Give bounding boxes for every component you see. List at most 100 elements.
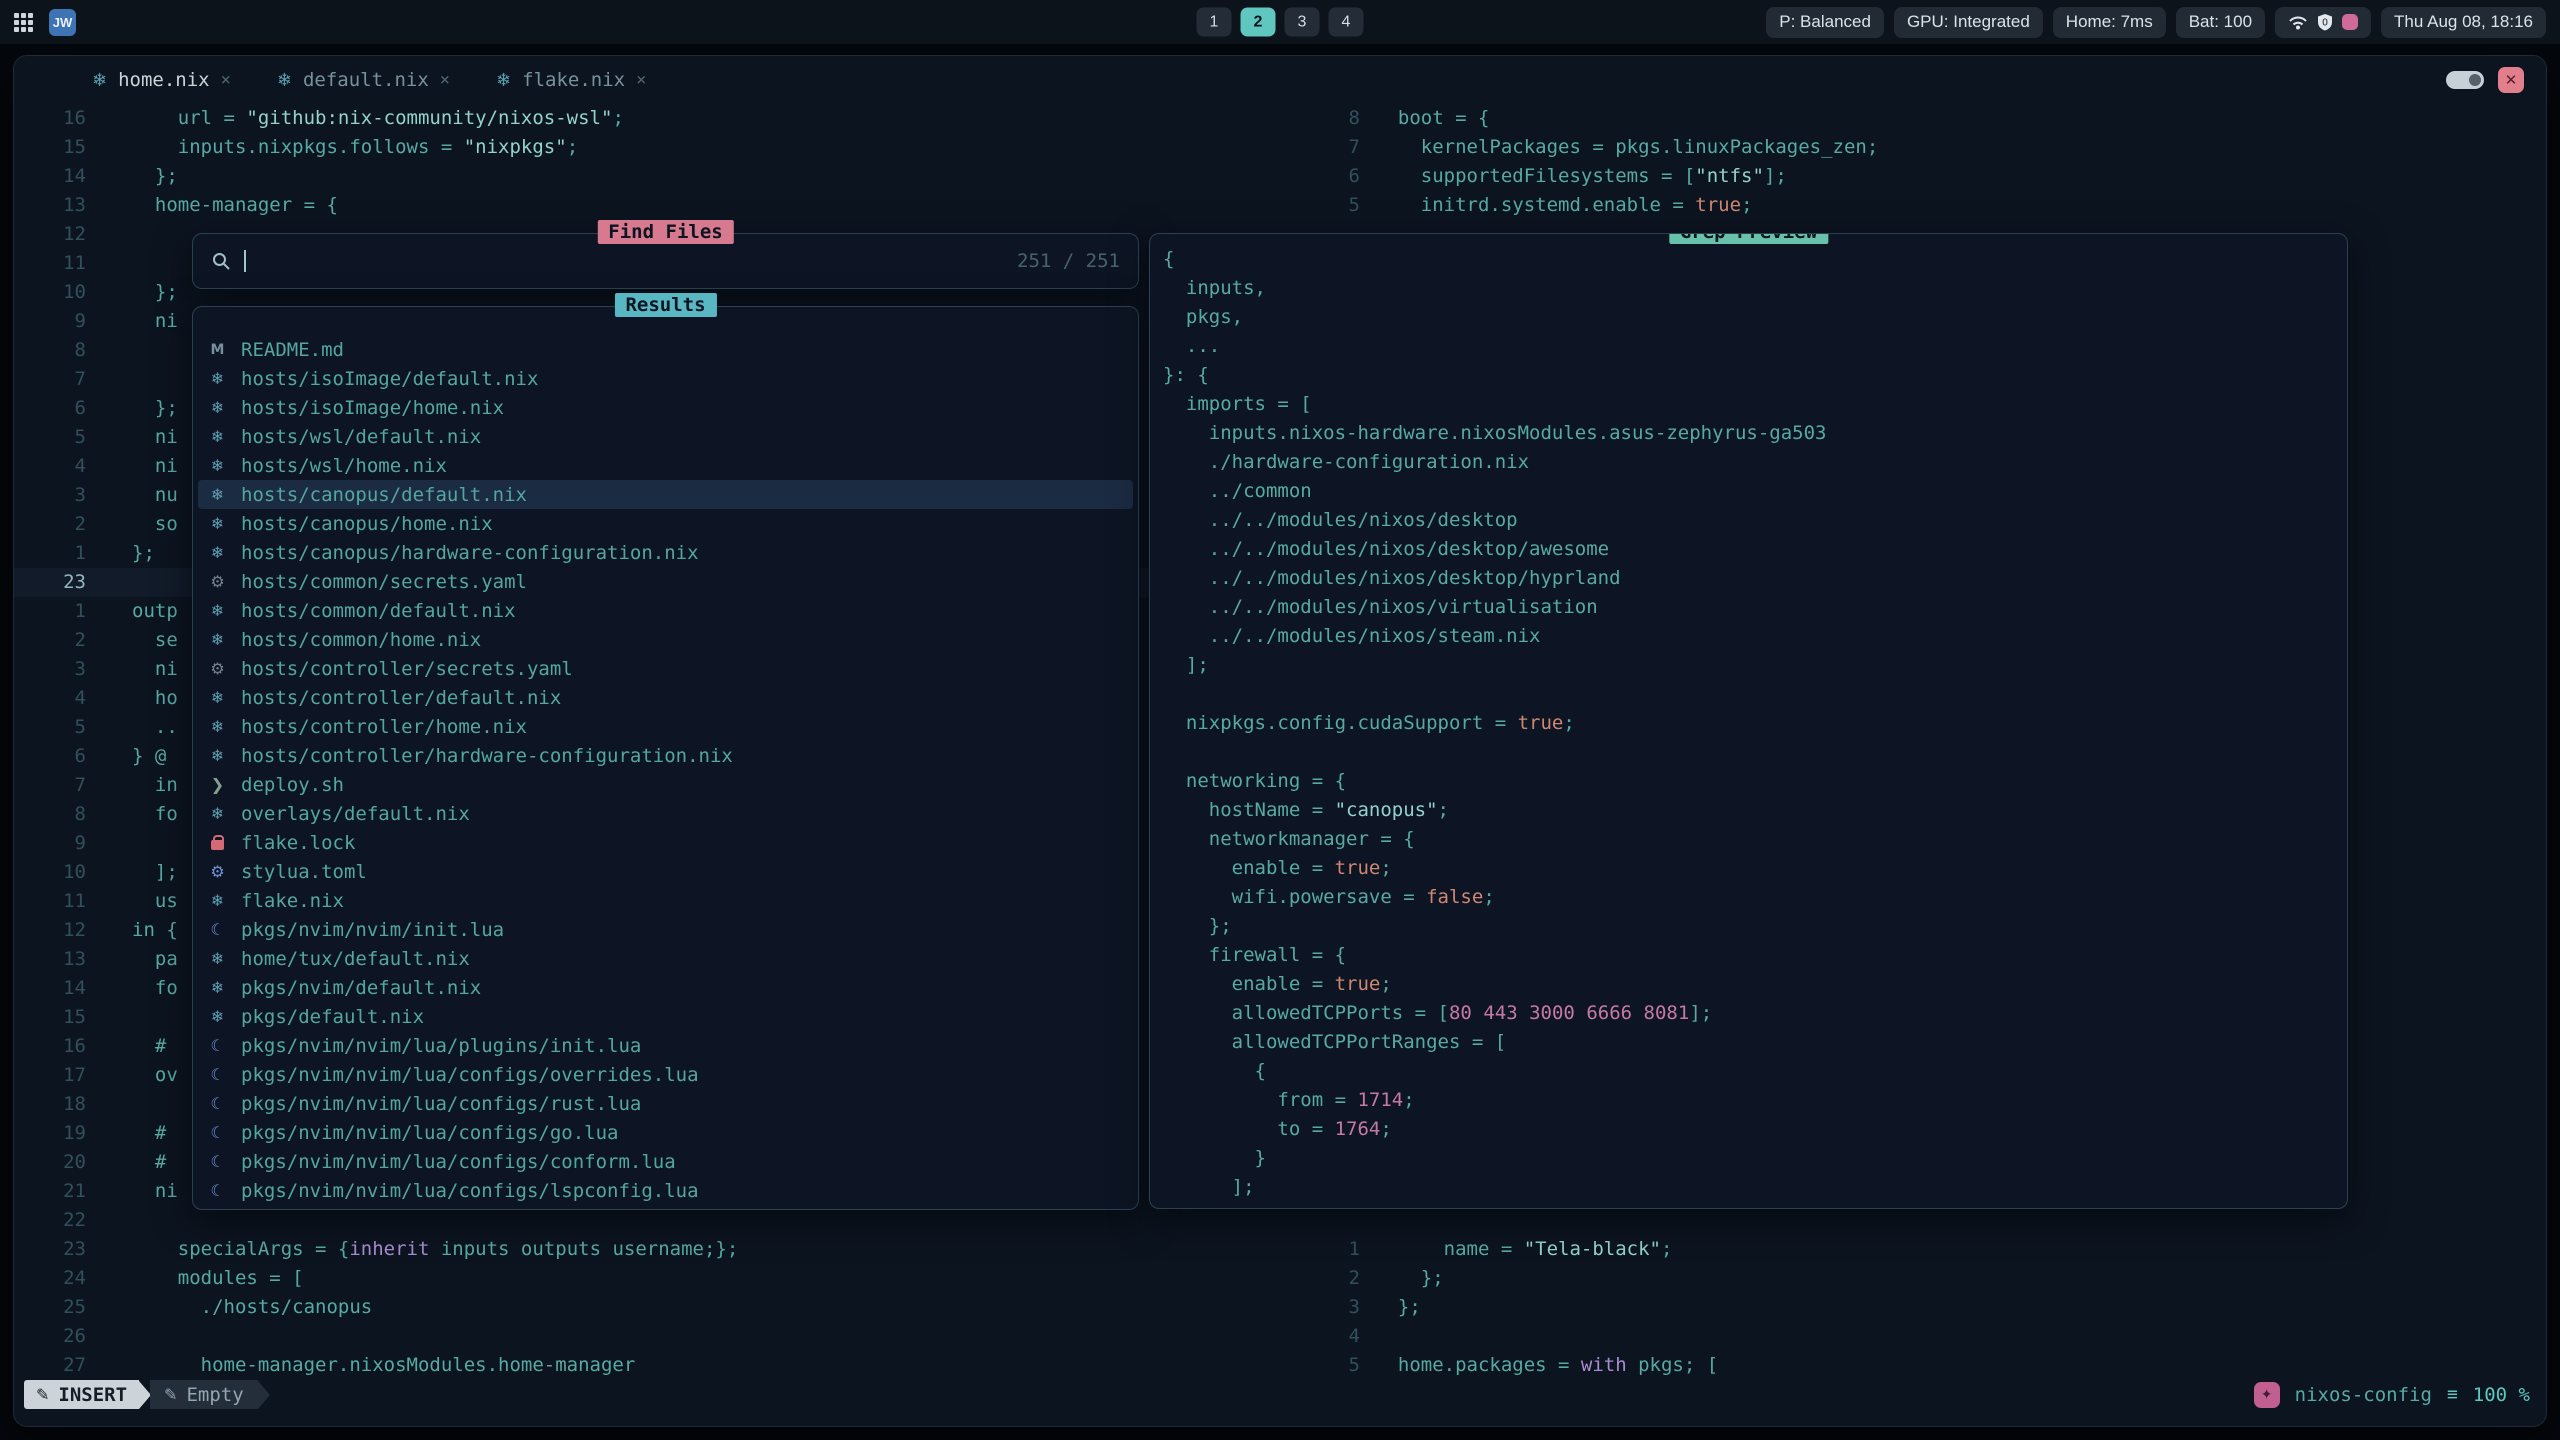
- window-close-button[interactable]: ✕: [2498, 67, 2524, 93]
- tabs-group: ❄home.nix× ❄default.nix× ❄flake.nix×: [92, 69, 646, 91]
- markdown-file-icon: M: [207, 342, 228, 358]
- file-name: flake.nix: [241, 890, 344, 912]
- file-name: hosts/controller/home.nix: [241, 716, 527, 738]
- nix-icon: ❄: [496, 70, 511, 91]
- tab-home.nix[interactable]: ❄home.nix×: [92, 69, 231, 91]
- file-result[interactable]: M README.md: [193, 335, 1138, 364]
- code-text: in {: [132, 916, 178, 945]
- file-name: hosts/controller/default.nix: [241, 687, 561, 709]
- file-result[interactable]: ☾pkgs/nvim/nvim/lua/configs/lspconfig.lu…: [193, 1176, 1138, 1205]
- editor-right-pane-top[interactable]: 8 boot = {7 kernelPackages = pkgs.linuxP…: [1254, 104, 2544, 220]
- nix-file-icon: ❄: [207, 427, 228, 446]
- result-count: 251 / 251: [1017, 250, 1120, 272]
- file-result[interactable]: ❄hosts/isoImage/default.nix: [193, 364, 1138, 393]
- workspace-button-1[interactable]: 1: [1197, 8, 1232, 37]
- find-files-input-window: Find Files 251 / 251: [192, 233, 1139, 289]
- line-number: 2: [14, 510, 86, 539]
- workspace-button-2[interactable]: 2: [1241, 8, 1276, 37]
- file-result[interactable]: flake.lock: [193, 828, 1138, 857]
- topbar-left-group: JW: [14, 9, 76, 36]
- preview-code-line: };: [1163, 915, 2347, 944]
- tab-close-icon[interactable]: ×: [636, 70, 646, 90]
- tab-flake.nix[interactable]: ❄flake.nix×: [496, 69, 646, 91]
- file-result[interactable]: ❄hosts/canopus/home.nix: [193, 509, 1138, 538]
- tab-close-icon[interactable]: ×: [440, 70, 450, 90]
- file-result[interactable]: ❄flake.nix: [193, 886, 1138, 915]
- file-result[interactable]: ☾pkgs/nvim/nvim/lua/configs/overrides.lu…: [193, 1060, 1138, 1089]
- tab-default.nix[interactable]: ❄default.nix×: [277, 69, 450, 91]
- nix-file-icon: ❄: [207, 688, 228, 707]
- preview-code-line: [1163, 683, 2347, 712]
- file-result[interactable]: ❄pkgs/default.nix: [193, 1002, 1138, 1031]
- repo-icon: ✦: [2254, 1382, 2280, 1408]
- file-result[interactable]: ❄hosts/common/default.nix: [193, 596, 1138, 625]
- lua-file-icon: ☾: [207, 1094, 228, 1113]
- system-tray[interactable]: 0: [2275, 7, 2371, 38]
- file-result[interactable]: ❄hosts/common/home.nix: [193, 625, 1138, 654]
- workspace-button-3[interactable]: 3: [1285, 8, 1320, 37]
- file-result[interactable]: ❯deploy.sh: [193, 770, 1138, 799]
- code-text: url = "github:nix-community/nixos-wsl";: [132, 104, 624, 133]
- file-result[interactable]: ❄hosts/controller/hardware-configuration…: [193, 741, 1138, 770]
- line-number: 14: [14, 974, 86, 1003]
- preview-code-line: ../../modules/nixos/desktop: [1163, 509, 2347, 538]
- nix-file-icon: ❄: [207, 804, 228, 823]
- file-result[interactable]: ❄hosts/wsl/home.nix: [193, 451, 1138, 480]
- line-number: 9: [14, 829, 86, 858]
- line-number: 11: [14, 887, 86, 916]
- workspace-button-4[interactable]: 4: [1329, 8, 1364, 37]
- terminal-window: ❄home.nix×❄default.nix×❄flake.nix× ✕ 16 …: [13, 55, 2547, 1427]
- nix-file-icon: ❄: [207, 369, 228, 388]
- file-result[interactable]: ⚙stylua.toml: [193, 857, 1138, 886]
- code-text: ni: [132, 1177, 178, 1206]
- line-number: 23: [14, 1235, 86, 1264]
- tab-close-icon[interactable]: ×: [221, 70, 231, 90]
- file-result[interactable]: ⚙hosts/controller/secrets.yaml: [193, 654, 1138, 683]
- nix-file-icon: ❄: [207, 746, 228, 765]
- app-launcher-icon[interactable]: [14, 13, 33, 32]
- code-text: ov: [132, 1061, 178, 1090]
- preview-code-line: nixpkgs.config.cudaSupport = true;: [1163, 712, 2347, 741]
- clock: Thu Aug 08, 18:16: [2381, 7, 2546, 38]
- toggle-pill[interactable]: [2446, 71, 2484, 89]
- nix-file-icon: ❄: [207, 543, 228, 562]
- line-number: 10: [14, 858, 86, 887]
- code-text: outp: [132, 597, 178, 626]
- file-result[interactable]: ☾pkgs/nvim/nvim/lua/configs/go.lua: [193, 1118, 1138, 1147]
- code-text: #: [132, 1119, 166, 1148]
- code-text: so: [132, 510, 178, 539]
- line-number: 15: [14, 133, 86, 162]
- line-number: 22: [14, 1206, 86, 1235]
- file-result[interactable]: ❄hosts/canopus/hardware-configuration.ni…: [193, 538, 1138, 567]
- tab-bar: ❄home.nix× ❄default.nix× ❄flake.nix×: [14, 56, 2546, 104]
- logo-badge[interactable]: JW: [49, 9, 76, 36]
- file-result[interactable]: ❄overlays/default.nix: [193, 799, 1138, 828]
- preview-code-line: }: {: [1163, 364, 2347, 393]
- file-result[interactable]: ☾pkgs/nvim/nvim/lua/plugins/init.lua: [193, 1031, 1138, 1060]
- code-text: } @: [132, 742, 166, 771]
- line-number: 17: [14, 1061, 86, 1090]
- file-name: README.md: [241, 339, 344, 361]
- line-number: 3: [14, 481, 86, 510]
- file-result[interactable]: ❄hosts/wsl/default.nix: [193, 422, 1138, 451]
- code-line: 24 modules = [: [14, 1264, 1254, 1293]
- file-result[interactable]: ⚙hosts/common/secrets.yaml: [193, 567, 1138, 596]
- file-result[interactable]: ☾pkgs/nvim/nvim/lua/configs/conform.lua: [193, 1147, 1138, 1176]
- editor-right-pane-bottom[interactable]: 1 name = "Tela-black";2 };3 };45 home.pa…: [1254, 1235, 2544, 1380]
- file-name: home/tux/default.nix: [241, 948, 470, 970]
- file-result[interactable]: ❄home/tux/default.nix: [193, 944, 1138, 973]
- file-result[interactable]: ❄ hosts/controller/default.nix: [193, 683, 1138, 712]
- file-result[interactable]: ❄hosts/controller/home.nix: [193, 712, 1138, 741]
- file-result[interactable]: ☾pkgs/nvim/nvim/init.lua: [193, 915, 1138, 944]
- file-name: pkgs/nvim/nvim/lua/configs/lspconfig.lua: [241, 1180, 699, 1202]
- file-result[interactable]: ☾pkgs/nvim/nvim/lua/configs/rust.lua: [193, 1089, 1138, 1118]
- mode-indicator: ✎ INSERT: [24, 1380, 139, 1409]
- code-line: 27 home-manager.nixosModules.home-manage…: [14, 1351, 1254, 1380]
- file-result[interactable]: ❄hosts/canopus/default.nix: [198, 480, 1133, 509]
- line-number: 8: [14, 336, 86, 365]
- code-text: };: [132, 162, 178, 191]
- file-result[interactable]: ❄hosts/isoImage/home.nix: [193, 393, 1138, 422]
- line-number: 12: [14, 916, 86, 945]
- file-result[interactable]: ❄pkgs/nvim/default.nix: [193, 973, 1138, 1002]
- file-name: pkgs/nvim/nvim/lua/configs/conform.lua: [241, 1151, 676, 1173]
